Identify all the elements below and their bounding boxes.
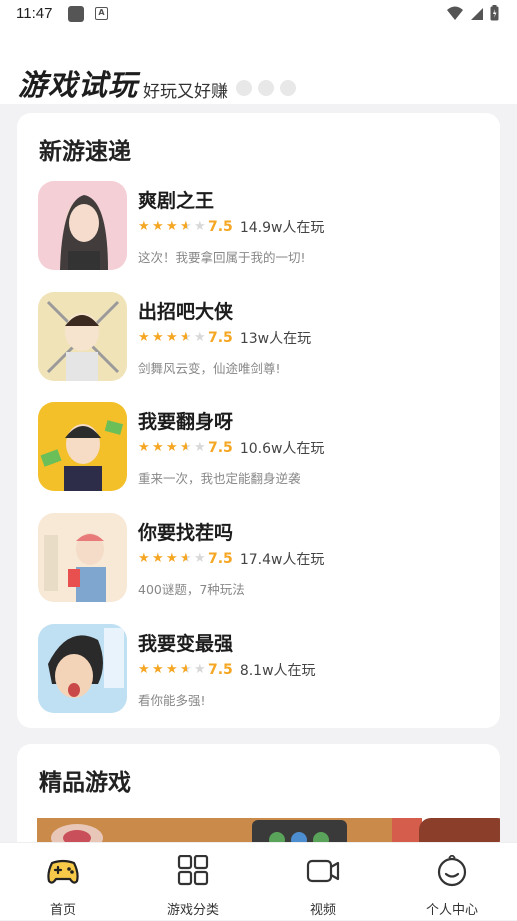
star-icon: ★ [138, 330, 150, 345]
game-icon[interactable] [38, 181, 127, 270]
game-meta: ★ ★ ★ ★ ★ 7.5 13w人在玩 [138, 328, 311, 348]
half-star-icon: ★ [180, 219, 194, 235]
page-title: 游戏试玩 [18, 68, 139, 102]
page-header: 游戏试玩 好玩又好赚 [0, 30, 517, 104]
section-title: 新游速递 [39, 139, 131, 165]
game-icon[interactable] [38, 624, 127, 713]
game-meta: ★ ★ ★ ★ ★ 7.5 14.9w人在玩 [138, 217, 324, 237]
section-title: 精品游戏 [39, 770, 131, 796]
star-icon: ★ [138, 551, 150, 566]
new-games-section: 新游速递 爽剧之王 ★ ★ ★ ★ ★ 7.5 14.9w人在玩 这次！我要拿回属于我的… [17, 113, 500, 728]
grid-icon [177, 855, 209, 886]
status-time: 11:47 [16, 5, 53, 22]
half-star-icon: ★ [180, 551, 194, 567]
game-icon[interactable] [38, 402, 127, 491]
game-description: 重来一次，我也定能翻身逆袭 [138, 471, 301, 486]
keyboard-notification-icon: A [95, 7, 108, 20]
game-description: 看你能多强! [138, 693, 206, 708]
player-count: 8.1w人在玩 [239, 663, 316, 679]
star-icon: ★ [166, 551, 178, 566]
star-icon: ★ [152, 662, 164, 677]
wifi-icon [447, 6, 463, 20]
star-icon: ★ [138, 440, 150, 455]
rating-stars: ★ ★ ★ ★ ★ [138, 219, 208, 235]
nav-video[interactable]: 视频 [273, 843, 373, 921]
empty-star-icon: ★ [194, 330, 206, 345]
game-name: 出招吧大侠 [138, 301, 234, 323]
player-count: 17.4w人在玩 [239, 552, 325, 568]
decorative-dots [236, 80, 296, 96]
nav-label: 首页 [49, 903, 76, 918]
half-star-icon: ★ [180, 662, 194, 678]
notification-icon [68, 6, 84, 22]
rating-value: 7.5 [208, 662, 233, 678]
rating-stars: ★ ★ ★ ★ ★ [138, 440, 208, 456]
nav-home[interactable]: 首页 [13, 843, 113, 921]
game-name: 我要变最强 [138, 633, 234, 655]
game-name: 我要翻身呀 [138, 411, 234, 433]
decoration-dot [258, 80, 274, 96]
empty-star-icon: ★ [194, 551, 206, 566]
rating-stars: ★ ★ ★ ★ ★ [138, 551, 208, 567]
player-count: 10.6w人在玩 [239, 441, 325, 457]
rating-value: 7.5 [208, 551, 233, 567]
game-item[interactable]: 我要变最强 ★ ★ ★ ★ ★ 7.5 8.1w人在玩 看你能多强! [37, 624, 487, 714]
rating-value: 7.5 [208, 219, 233, 235]
star-icon: ★ [152, 330, 164, 345]
featured-games-section: 精品游戏 [17, 744, 500, 854]
battery-icon [490, 5, 499, 21]
nav-profile[interactable]: 个人中心 [402, 843, 502, 921]
star-icon: ★ [152, 219, 164, 234]
star-icon: ★ [166, 219, 178, 234]
decoration-dot [236, 80, 252, 96]
rating-stars: ★ ★ ★ ★ ★ [138, 330, 208, 346]
nav-label: 个人中心 [425, 903, 478, 918]
star-icon: ★ [138, 662, 150, 677]
nav-game-categories[interactable]: 游戏分类 [143, 843, 243, 921]
game-item[interactable]: 你要找茬吗 ★ ★ ★ ★ ★ 7.5 17.4w人在玩 400谜题，7种玩法 [37, 513, 487, 603]
half-star-icon: ★ [180, 440, 194, 456]
star-icon: ★ [138, 219, 150, 234]
game-name: 你要找茬吗 [138, 522, 234, 544]
half-star-icon: ★ [180, 330, 194, 346]
smiley-face-icon [437, 855, 467, 887]
game-meta: ★ ★ ★ ★ ★ 7.5 8.1w人在玩 [138, 660, 316, 680]
page-subtitle: 好玩又好赚 [143, 82, 228, 102]
star-icon: ★ [166, 330, 178, 345]
gamepad-icon [47, 859, 79, 884]
status-bar: 11:47 A [0, 0, 517, 30]
game-icon[interactable] [38, 292, 127, 381]
game-item[interactable]: 出招吧大侠 ★ ★ ★ ★ ★ 7.5 13w人在玩 剑舞风云变，仙途唯剑尊! [37, 292, 487, 382]
player-count: 14.9w人在玩 [239, 220, 325, 236]
game-icon[interactable] [38, 513, 127, 602]
nav-label: 视频 [309, 903, 336, 918]
empty-star-icon: ★ [194, 662, 206, 677]
decoration-dot [280, 80, 296, 96]
empty-star-icon: ★ [194, 440, 206, 455]
star-icon: ★ [152, 440, 164, 455]
game-item[interactable]: 爽剧之王 ★ ★ ★ ★ ★ 7.5 14.9w人在玩 这次！我要拿回属于我的一切! [37, 181, 487, 271]
video-camera-icon [306, 859, 340, 883]
rating-value: 7.5 [208, 330, 233, 346]
game-description: 剑舞风云变，仙途唯剑尊! [138, 361, 281, 376]
game-item[interactable]: 我要翻身呀 ★ ★ ★ ★ ★ 7.5 10.6w人在玩 重来一次，我也定能翻身逆袭 [37, 402, 487, 492]
empty-star-icon: ★ [194, 219, 206, 234]
game-description: 这次！我要拿回属于我的一切! [138, 250, 306, 265]
star-icon: ★ [166, 440, 178, 455]
cellular-signal-icon [471, 8, 483, 20]
game-meta: ★ ★ ★ ★ ★ 7.5 10.6w人在玩 [138, 438, 324, 458]
nav-label: 游戏分类 [166, 903, 219, 918]
star-icon: ★ [166, 662, 178, 677]
game-name: 爽剧之王 [138, 190, 215, 212]
star-icon: ★ [152, 551, 164, 566]
game-description: 400谜题，7种玩法 [138, 582, 245, 597]
game-meta: ★ ★ ★ ★ ★ 7.5 17.4w人在玩 [138, 549, 324, 569]
rating-value: 7.5 [208, 440, 233, 456]
rating-stars: ★ ★ ★ ★ ★ [138, 662, 208, 678]
bottom-navigation: 首页 游戏分类 视频 个人中心 [0, 842, 517, 920]
player-count: 13w人在玩 [239, 331, 312, 347]
